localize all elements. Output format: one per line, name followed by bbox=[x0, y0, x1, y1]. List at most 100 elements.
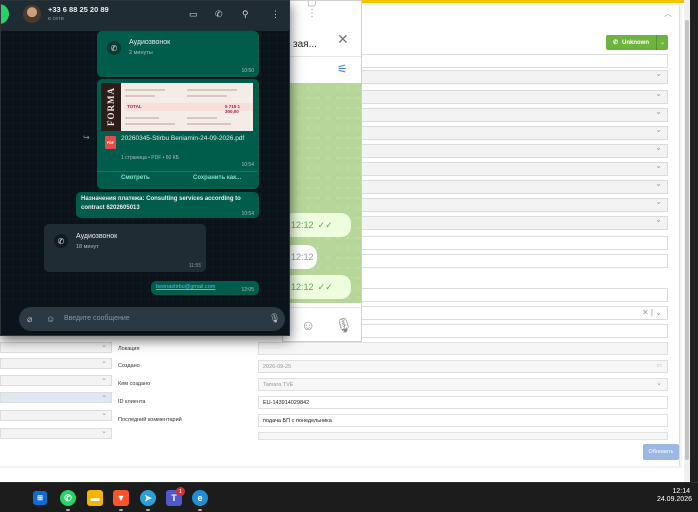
double-check-icon: ✓✓ bbox=[317, 281, 333, 292]
left-select[interactable] bbox=[0, 391, 112, 403]
crm-select[interactable] bbox=[360, 179, 668, 194]
emoji-icon[interactable]: ☺ bbox=[301, 317, 315, 333]
crm-field[interactable] bbox=[360, 288, 668, 302]
created-by-label: Кем создано bbox=[118, 381, 151, 387]
notification-badge: 1 bbox=[176, 487, 185, 496]
microphone-icon[interactable]: 🎙 bbox=[269, 313, 280, 324]
client-id-label: ID клиента bbox=[118, 399, 146, 405]
telegram-input-bar[interactable]: ☺ 🎙 bbox=[283, 307, 361, 341]
left-select[interactable] bbox=[0, 357, 112, 369]
windows-start-icon[interactable]: ⊞ bbox=[33, 491, 47, 505]
call-status-dropdown-icon[interactable]: ⌄ bbox=[656, 35, 668, 50]
crm-field[interactable] bbox=[360, 324, 668, 338]
phone-icon: ✆ bbox=[612, 40, 619, 46]
client-id-field[interactable]: EU-143914029842 bbox=[258, 396, 668, 409]
filter-icon[interactable]: ⚟ bbox=[337, 62, 348, 76]
document-message[interactable]: FORMA TOTAL 5 715 1 300,00 PDF 20260345-… bbox=[97, 79, 259, 189]
telegram-chat-title: зая... bbox=[293, 39, 317, 50]
emoji-icon[interactable]: ☺ bbox=[46, 314, 55, 324]
microphone-icon[interactable]: 🎙 bbox=[335, 317, 353, 334]
pdf-file-name: 20260345-Stirbu Beniamin-24-09-2026.pdf bbox=[121, 135, 245, 142]
crm-field[interactable] bbox=[360, 254, 668, 268]
crm-select[interactable] bbox=[360, 89, 668, 104]
telegram-chat-area: 12:12 ✓✓ 12:12 12:12 ✓✓ bbox=[283, 83, 361, 303]
pdf-actions: Смотреть Сохранить как... bbox=[97, 171, 257, 185]
crm-select[interactable] bbox=[360, 197, 668, 212]
last-comment-label: Последний комментарий bbox=[118, 417, 182, 423]
clock-date[interactable]: 24.09.2026 bbox=[657, 496, 692, 503]
created-label: Создано bbox=[118, 363, 140, 369]
phone-icon[interactable]: ✆ bbox=[215, 9, 223, 20]
update-button[interactable]: Обновить bbox=[643, 444, 679, 460]
double-check-icon: ✓✓ bbox=[317, 219, 333, 230]
window-controls-icon[interactable]: ▢ ⋮ bbox=[307, 1, 361, 19]
phone-call-icon: ✆ bbox=[54, 234, 68, 248]
left-select[interactable] bbox=[0, 341, 112, 353]
crm-scrollbar-thumb[interactable] bbox=[685, 20, 689, 460]
crm-select[interactable] bbox=[360, 236, 668, 250]
telegram-message[interactable]: 12:12 ✓✓ bbox=[283, 213, 351, 237]
file-explorer-icon[interactable]: ▬ bbox=[87, 490, 103, 506]
whatsapp-messages: ✆ Аудиозвонок 2 минуты 10:50 FORMA TOTAL… bbox=[1, 31, 289, 303]
crm-select[interactable] bbox=[360, 161, 668, 176]
email-link[interactable]: beenastirbu@gmail.com bbox=[156, 284, 215, 290]
attach-icon[interactable]: ⌀ bbox=[27, 314, 32, 325]
whatsapp-composer: ⌀ ☺ Введите сообщение 🎙 bbox=[1, 303, 289, 335]
crm-field[interactable] bbox=[360, 54, 668, 68]
crm-top-accent-bar bbox=[360, 0, 690, 3]
call-message[interactable]: ✆ Аудиозвонок 18 минут 11:55 bbox=[44, 224, 206, 272]
crm-select[interactable] bbox=[360, 125, 668, 140]
close-icon[interactable]: ✕ bbox=[337, 31, 349, 48]
contact-name[interactable]: +33 6 88 25 20 89 bbox=[48, 5, 109, 14]
pdf-file-icon: PDF bbox=[105, 136, 116, 149]
contact-status: в сети bbox=[48, 16, 64, 22]
text-message[interactable]: beenastirbu@gmail.com 12:05 bbox=[151, 281, 259, 295]
whatsapp-side-tab[interactable] bbox=[1, 4, 9, 24]
payment-prefix: Назначения платежа: bbox=[81, 196, 145, 202]
edge-icon[interactable]: e bbox=[192, 490, 208, 506]
whatsapp-icon[interactable]: ✆ bbox=[60, 490, 76, 506]
telegram-message[interactable]: 12:12 ✓✓ bbox=[283, 275, 351, 299]
message-input[interactable] bbox=[19, 307, 285, 331]
avatar[interactable] bbox=[23, 5, 41, 23]
more-options-icon[interactable]: ⋮ bbox=[271, 9, 280, 20]
clear-icon[interactable]: ✕ | ⌄ bbox=[642, 308, 662, 317]
left-select[interactable] bbox=[0, 374, 112, 386]
clock-time[interactable]: 12:14 bbox=[672, 487, 690, 496]
crm-select[interactable] bbox=[360, 69, 668, 84]
crm-field[interactable] bbox=[258, 432, 668, 440]
telegram-window: ▢ ⋮ зая... ✕ ⚟ 12:12 ✓✓ 12:12 12:12 ✓✓ ☺ 🎙 bbox=[282, 0, 362, 342]
video-call-icon[interactable]: ▭ bbox=[189, 9, 198, 20]
created-by-field[interactable]: Tamara TVE bbox=[258, 378, 668, 391]
whatsapp-scrollbar[interactable] bbox=[289, 239, 290, 299]
whatsapp-window: +33 6 88 25 20 89 в сети ▭ ✆ ⚲ ⋮ ✆ Аудио… bbox=[0, 0, 290, 336]
left-select[interactable] bbox=[0, 427, 112, 439]
phone-call-icon: ✆ bbox=[107, 41, 121, 55]
left-select[interactable] bbox=[0, 409, 112, 421]
forward-icon[interactable]: ↪ bbox=[83, 133, 90, 142]
pdf-file-meta: 1 страница • PDF • 60 КБ bbox=[121, 155, 179, 161]
search-icon[interactable]: ⚲ bbox=[242, 9, 249, 20]
location-label: Локация bbox=[118, 346, 140, 352]
crm-select[interactable] bbox=[360, 143, 668, 158]
message-placeholder: Введите сообщение bbox=[64, 315, 130, 322]
open-pdf-button[interactable]: Смотреть bbox=[121, 175, 150, 181]
brave-icon[interactable]: ▼ bbox=[113, 490, 129, 506]
last-comment-field[interactable]: подача БП с понедельника bbox=[258, 414, 668, 427]
crm-multiselect[interactable] bbox=[360, 306, 668, 320]
location-field[interactable] bbox=[258, 342, 668, 355]
pdf-preview[interactable]: FORMA TOTAL 5 715 1 300,00 bbox=[101, 83, 253, 131]
created-field[interactable]: 2026-09-25 bbox=[258, 360, 668, 373]
crm-select[interactable] bbox=[360, 107, 668, 122]
save-pdf-button[interactable]: Сохранить как... bbox=[193, 175, 241, 181]
call-status-button[interactable]: ✆ Unknown bbox=[606, 35, 656, 50]
call-status-label: Unknown bbox=[622, 39, 650, 46]
whatsapp-chat-header: +33 6 88 25 20 89 в сети ▭ ✆ ⚲ ⋮ bbox=[1, 1, 289, 31]
text-message[interactable]: Назначения платежа: Consulting services … bbox=[76, 192, 259, 218]
crm-select[interactable] bbox=[360, 215, 668, 230]
telegram-icon[interactable]: ➤ bbox=[140, 490, 156, 506]
windows-taskbar: ⊞ ✆ ▬ ▼ ➤ T e bbox=[0, 482, 698, 512]
telegram-header: ▢ ⋮ зая... ✕ bbox=[283, 1, 361, 57]
collapse-chevron-icon[interactable]: ︿ bbox=[664, 8, 672, 19]
call-message[interactable]: ✆ Аудиозвонок 2 минуты 10:50 bbox=[97, 31, 259, 77]
